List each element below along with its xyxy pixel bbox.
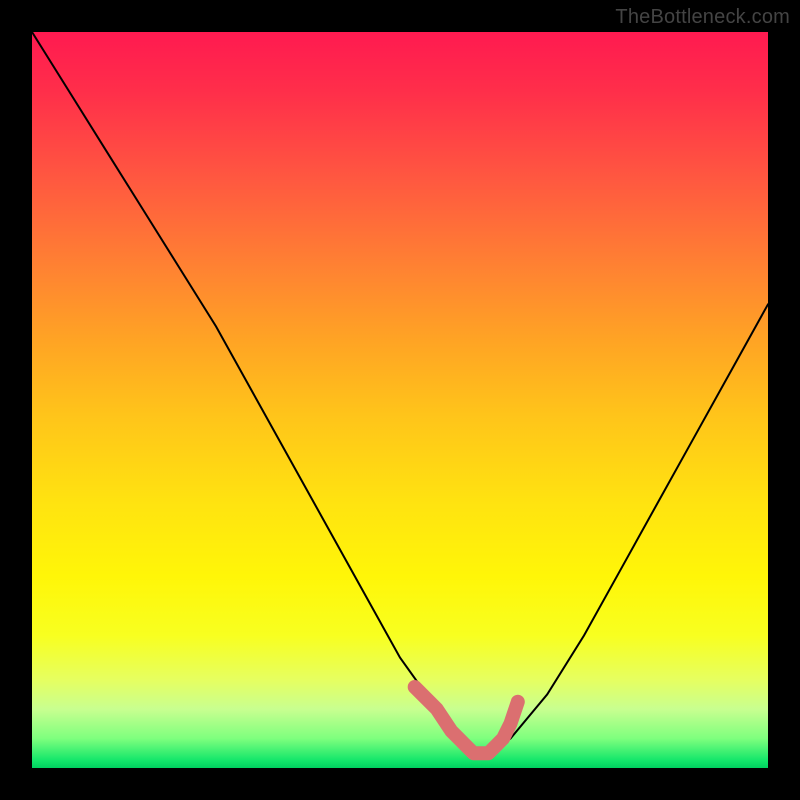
curve-layer xyxy=(32,32,768,753)
chart-svg xyxy=(32,32,768,768)
bottleneck-curve xyxy=(32,32,768,753)
chart-frame: TheBottleneck.com xyxy=(0,0,800,800)
optimal-range-marker xyxy=(415,687,518,753)
plot-area xyxy=(32,32,768,768)
watermark-text: TheBottleneck.com xyxy=(615,6,790,29)
